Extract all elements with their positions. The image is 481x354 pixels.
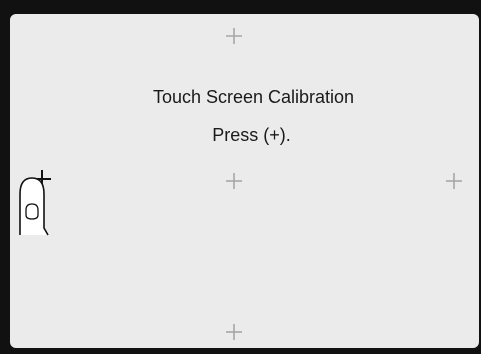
plus-icon	[226, 324, 242, 340]
finger-pointer-icon	[19, 177, 49, 236]
calibration-target-right	[446, 173, 462, 189]
calibration-instruction: Press (+).	[212, 125, 291, 145]
calibration-screen[interactable]: Touch Screen Calibration Press (+).	[10, 14, 479, 348]
calibration-target-top-center	[226, 28, 242, 44]
calibration-target-center	[226, 173, 242, 189]
calibration-target-bottom-center	[226, 324, 242, 340]
calibration-target-left-active[interactable]	[10, 166, 54, 238]
plus-icon	[226, 28, 242, 44]
plus-icon	[446, 173, 462, 189]
calibration-title: Touch Screen Calibration	[152, 87, 355, 107]
plus-icon	[226, 173, 242, 189]
